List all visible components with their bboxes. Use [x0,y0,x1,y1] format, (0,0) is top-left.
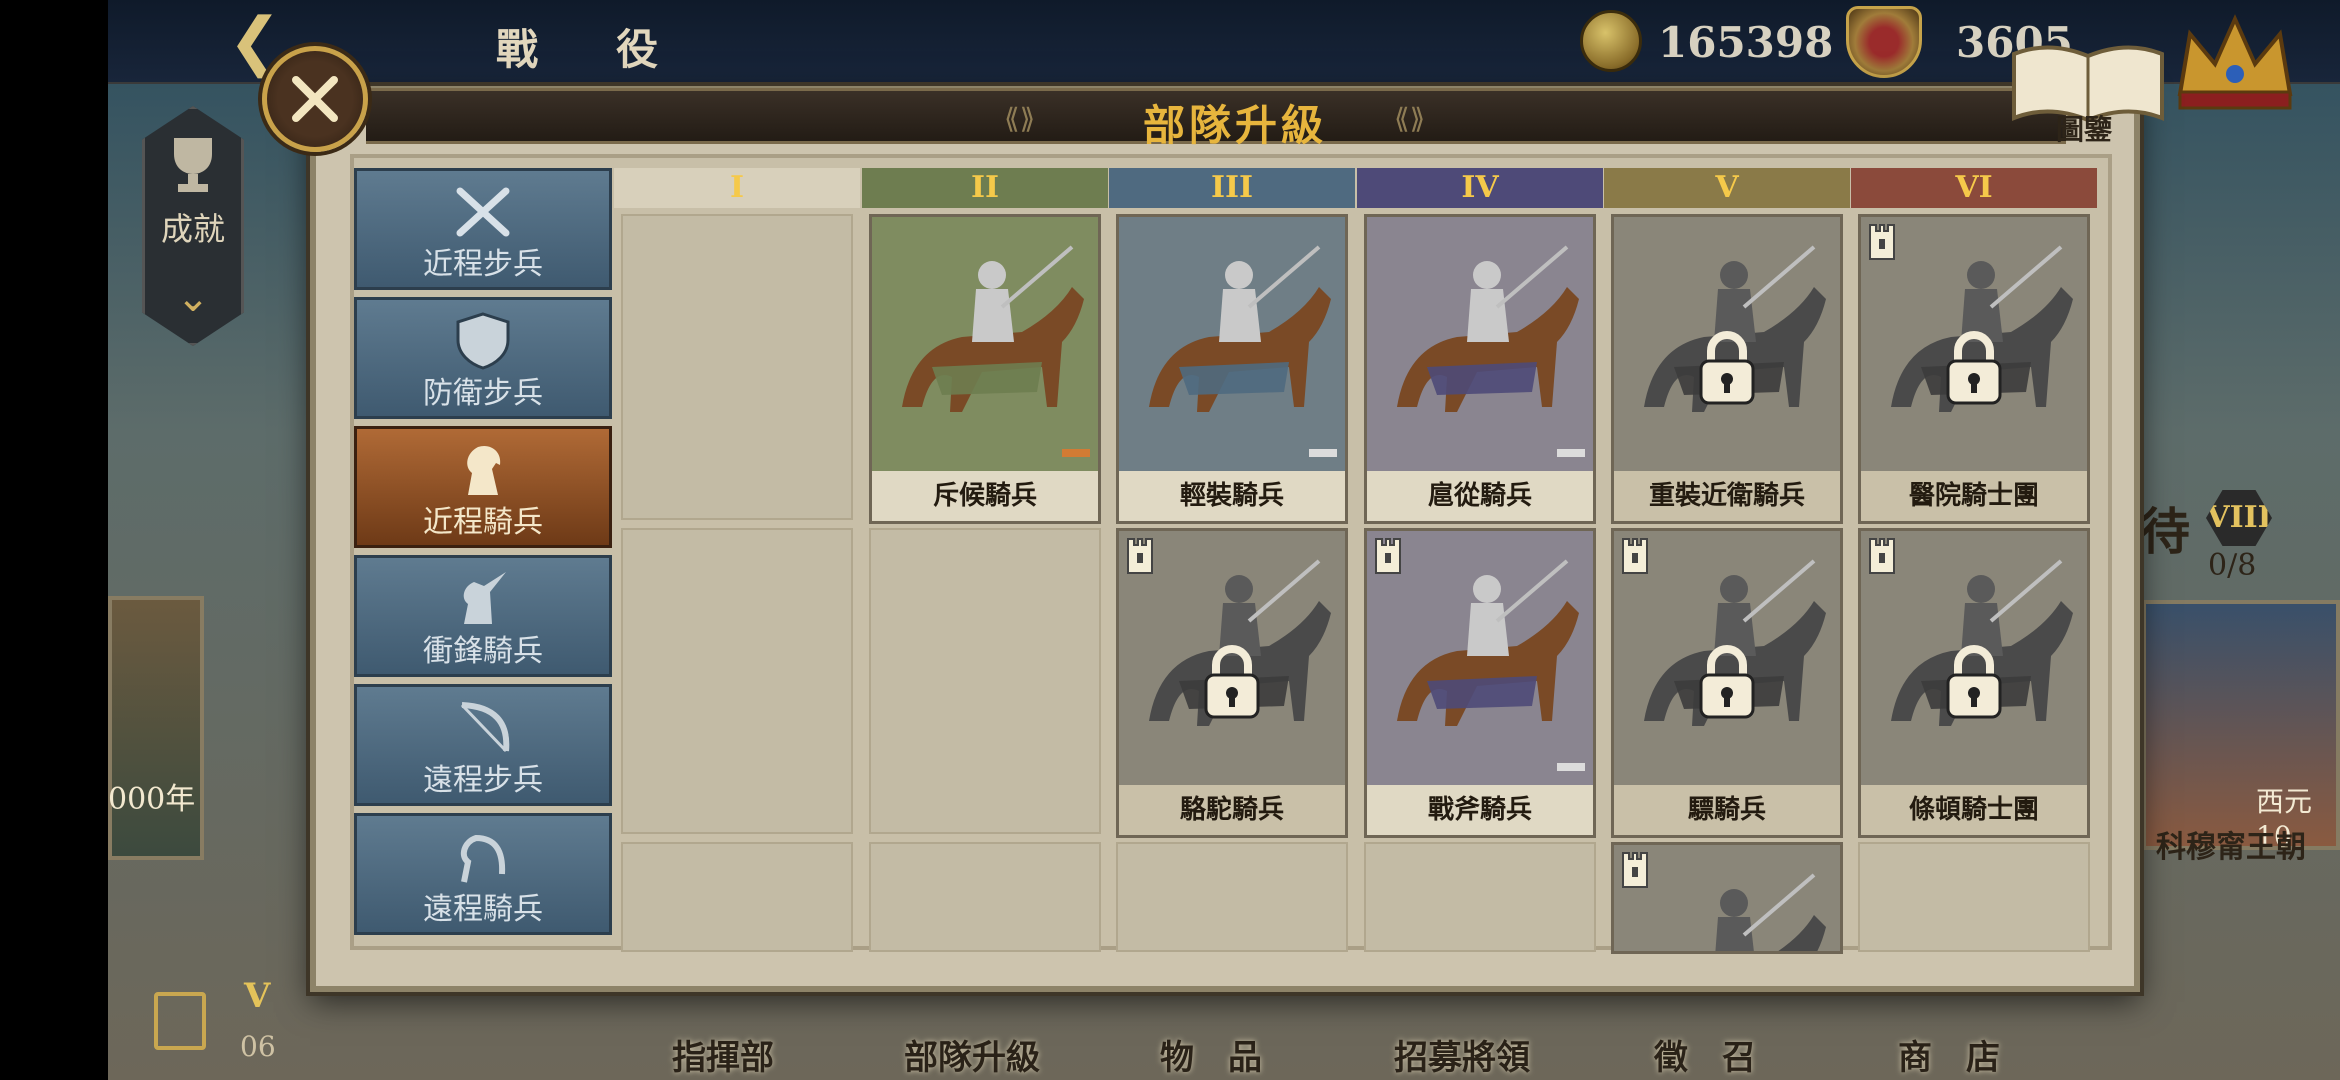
campaign-card-year: 000年 [108,782,196,817]
sidebar-item-label: 防衛步兵 [423,376,543,411]
grid-cell-empty [869,842,1101,952]
unit-portrait [1367,217,1593,471]
crossed-swords-icon [456,187,510,237]
lock-icon [1699,645,1755,719]
crown-icon[interactable] [2170,4,2300,114]
nav-headquarters[interactable]: 指揮部 [672,1030,774,1079]
unit-name: 扈從騎兵 [1367,471,1593,521]
unit-card[interactable]: 條頓騎士團 [1858,528,2090,838]
grid-cell-empty [1858,842,2090,952]
horse-bow-icon [460,834,506,883]
unit-card[interactable] [1611,842,1843,954]
save-icon[interactable] [154,992,206,1050]
nav-unit-upgrade[interactable]: 部隊升級 [904,1030,1040,1079]
sidebar-item-label: 遠程步兵 [423,763,543,798]
sidebar-item-label: 衝鋒騎兵 [423,634,543,669]
rank-bar [1557,763,1585,771]
nav-items[interactable]: 物 品 [1160,1030,1262,1079]
tier-header-1: I [614,168,860,208]
close-icon[interactable] [262,46,368,152]
codex-label: 圖鑒 [2056,113,2113,146]
rank-bar [1309,449,1337,457]
trophy-icon [174,138,212,192]
tier-header-4: IV [1357,168,1603,208]
dialog-title: 部隊升級 [1142,101,1327,150]
nav-conscript[interactable]: 徵 召 [1654,1030,1756,1079]
tower-icon [1622,852,1648,888]
shield-icon [456,312,510,370]
unit-card[interactable]: 驃騎兵 [1611,528,1843,838]
nav-recruit-generals[interactable]: 招募將領 [1394,1030,1530,1079]
lock-icon [1946,645,2002,719]
page-title: 戰 役 [496,25,677,74]
horse-lance-icon [463,572,506,624]
tower-icon [1127,538,1153,574]
unit-portrait [1119,217,1345,471]
nav-shop[interactable]: 商 店 [1898,1030,2000,1079]
header-ornament-left: ⟪⟫ [1004,102,1036,135]
tower-icon [1869,224,1895,260]
unit-card[interactable]: 戰斧騎兵 [1364,528,1596,838]
grid-cell-empty [1364,842,1596,952]
chapter-numeral: V [244,976,271,1016]
sidebar-item-4[interactable]: 遠程步兵 [354,684,612,806]
tier-header-5: V [1604,168,1850,208]
lock-icon [1946,331,2002,405]
tier-header-3: III [1109,168,1355,208]
chevron-down-icon[interactable]: ⌄ [162,278,224,318]
unit-card[interactable]: 駱駝騎兵 [1116,528,1348,838]
unit-card[interactable]: 斥候騎兵 [869,214,1101,524]
sidebar-item-2[interactable]: 近程騎兵 [354,426,612,548]
grid-cell-empty [1116,842,1348,952]
bow-icon [460,702,510,753]
sidebar-item-label: 近程步兵 [423,247,543,282]
unit-name: 輕裝騎兵 [1119,471,1345,521]
tower-icon [1869,538,1895,574]
grid-cell-empty [621,214,853,520]
campaign-card-dynasty: 科穆甯王朝 [2156,830,2306,865]
sidebar-item-1[interactable]: 防衛步兵 [354,297,612,419]
lock-icon [1699,331,1755,405]
unit-card[interactable]: 輕裝騎兵 [1116,214,1348,524]
grid-cell-empty [621,842,853,952]
unit-portrait [872,217,1098,471]
unit-name: 斥候騎兵 [872,471,1098,521]
sidebar-item-label: 遠程騎兵 [423,892,543,927]
tower-icon [1375,538,1401,574]
right-banner-text: 待 [2140,502,2190,561]
unit-name: 重裝近衛騎兵 [1614,471,1840,521]
unit-card[interactable]: 重裝近衛騎兵 [1611,214,1843,524]
unit-name: 駱駝騎兵 [1119,785,1345,835]
gold-coin-icon [1580,10,1642,72]
sidebar-item-0[interactable]: 近程步兵 [354,168,612,290]
rank-bar [1557,449,1585,457]
tier-header-2: II [862,168,1108,208]
unit-card[interactable]: 扈從騎兵 [1364,214,1596,524]
unit-name: 驃騎兵 [1614,785,1840,835]
bottom-nav: 指揮部 部隊升級 物 品 招募將領 徵 召 商 店 [620,990,2120,1080]
chapter-subnumber: 06 [240,1030,276,1063]
grid-cell-empty [869,528,1101,834]
knight-horse-icon [467,445,501,495]
tower-icon [1622,538,1648,574]
unit-card[interactable]: 醫院騎士團 [1858,214,2090,524]
progress-count: 0/8 [2208,548,2257,583]
tier-header-6: VI [1851,168,2097,208]
sidebar-item-5[interactable]: 遠程騎兵 [354,813,612,935]
campaign-card-left[interactable] [108,596,204,860]
rank-bar [1062,449,1090,457]
achievement-label: 成就 [160,210,225,248]
unit-name: 醫院騎士團 [1861,471,2087,521]
header-ornament-right: ⟪⟫ [1394,102,1426,135]
sidebar-item-3[interactable]: 衝鋒騎兵 [354,555,612,677]
sidebar-item-label: 近程騎兵 [423,505,543,540]
lock-icon [1204,645,1260,719]
unit-name: 戰斧騎兵 [1367,785,1593,835]
unit-name: 條頓騎士團 [1861,785,2087,835]
grid-cell-empty [621,528,853,834]
gold-amount: 165398 [1658,18,1834,67]
